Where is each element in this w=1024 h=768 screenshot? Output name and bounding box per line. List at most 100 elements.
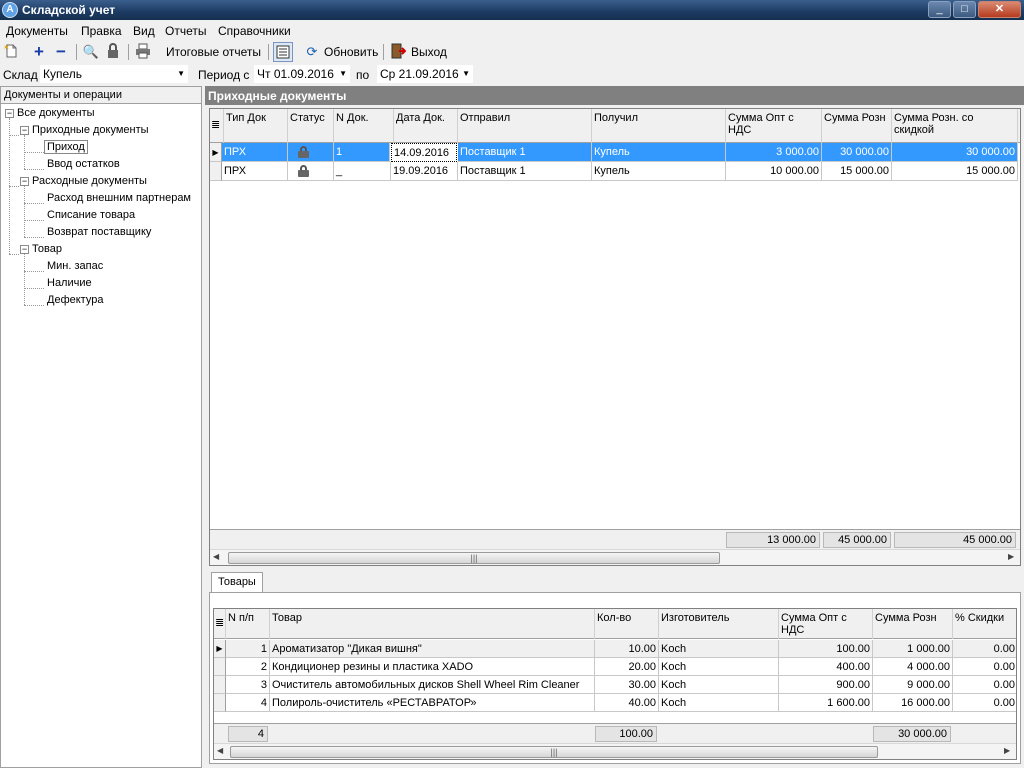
cell-sum-retail-discount[interactable]: 15 000.00 <box>892 162 1018 181</box>
tree-item-write-off[interactable]: Списание товара <box>47 209 135 221</box>
cell-sum-wholesale[interactable]: 400.00 <box>779 658 873 676</box>
refresh-button[interactable]: Обновить <box>324 45 378 59</box>
summary-reports-button[interactable]: Итоговые отчеты <box>166 45 261 59</box>
cell-sum-retail[interactable]: 4 000.00 <box>873 658 953 676</box>
cell-sum-wholesale[interactable]: 1 600.00 <box>779 694 873 712</box>
column-header-status[interactable]: Статус <box>288 109 334 143</box>
table-row[interactable]: ▶ ПРХ 1 14.09.2016 Поставщик 1 Купель 3 … <box>210 143 1020 162</box>
cell-manufacturer[interactable]: Koch <box>659 658 779 676</box>
cell-product[interactable]: Полироль-очиститель «РЕСТАВРАТОР» <box>270 694 595 712</box>
menu-directories[interactable]: Справочники <box>218 24 291 38</box>
period-from-picker[interactable]: Чт 01.09.2016 ▼ <box>254 65 350 83</box>
cell-quantity[interactable]: 30.00 <box>595 676 659 694</box>
tree-collapse-toggle[interactable]: − <box>20 245 29 254</box>
new-document-icon[interactable]: ✶ <box>2 43 20 61</box>
cell-discount[interactable]: 0.00 <box>953 694 1016 712</box>
horizontal-scrollbar[interactable]: ◀ ||| ▶ <box>214 743 1016 759</box>
cell-sender[interactable]: Поставщик 1 <box>458 143 592 162</box>
remove-icon[interactable]: − <box>52 43 70 61</box>
cell-doc-number[interactable]: 1 <box>334 143 390 162</box>
column-chooser-icon[interactable]: ≣ <box>210 109 224 143</box>
cell-product[interactable]: Кондиционер резины и пластика XADO <box>270 658 595 676</box>
table-row[interactable]: ▶ 1 Ароматизатор "Дикая вишня" 10.00 Koc… <box>214 640 1016 658</box>
exit-button[interactable]: Выход <box>411 45 447 59</box>
cell-sum-retail[interactable]: 30 000.00 <box>822 143 892 162</box>
cell-sum-wholesale[interactable]: 3 000.00 <box>726 143 822 162</box>
column-chooser-icon[interactable]: ≣ <box>214 609 226 639</box>
menu-view[interactable]: Вид <box>133 24 155 38</box>
column-header-doc-type[interactable]: Тип Док <box>224 109 288 143</box>
cell-sum-retail-discount[interactable]: 30 000.00 <box>892 143 1018 162</box>
cell-sum-wholesale[interactable]: 900.00 <box>779 676 873 694</box>
cell-doc-date[interactable]: 14.09.2016 <box>391 143 457 162</box>
cell-sum-retail[interactable]: 1 000.00 <box>873 640 953 658</box>
column-header-receiver[interactable]: Получил <box>592 109 726 143</box>
print-icon[interactable] <box>134 43 152 61</box>
scroll-right-icon[interactable]: ▶ <box>1004 746 1010 755</box>
tree-item-all-documents[interactable]: Все документы <box>17 107 95 119</box>
column-header-sum-retail-discount[interactable]: Сумма Розн. со скидкой <box>892 109 1018 143</box>
column-header-quantity[interactable]: Кол-во <box>595 609 659 639</box>
cell-sum-retail[interactable]: 15 000.00 <box>822 162 892 181</box>
cell-discount[interactable]: 0.00 <box>953 658 1016 676</box>
table-row[interactable]: 4 Полироль-очиститель «РЕСТАВРАТОР» 40.0… <box>214 694 1016 712</box>
scroll-left-icon[interactable]: ◀ <box>217 746 223 755</box>
cell-doc-type[interactable]: ПРХ <box>222 143 288 162</box>
cell-manufacturer[interactable]: Koch <box>659 694 779 712</box>
cell-discount[interactable]: 0.00 <box>953 676 1016 694</box>
lock-icon[interactable] <box>104 43 122 61</box>
cell-sender[interactable]: Поставщик 1 <box>458 162 592 181</box>
column-header-manufacturer[interactable]: Изготовитель <box>659 609 779 639</box>
tree-item-opening-balance[interactable]: Ввод остатков <box>47 158 120 170</box>
cell-product[interactable]: Очиститель автомобильных дисков Shell Wh… <box>270 676 595 694</box>
minimize-button[interactable]: _ <box>928 1 951 18</box>
tree-collapse-toggle[interactable]: − <box>20 177 29 186</box>
tree-collapse-toggle[interactable]: − <box>5 109 14 118</box>
table-row[interactable]: 3 Очиститель автомобильных дисков Shell … <box>214 676 1016 694</box>
tree-collapse-toggle[interactable]: − <box>20 126 29 135</box>
chevron-down-icon[interactable]: ▼ <box>462 66 470 82</box>
cell-receiver[interactable]: Купель <box>592 143 726 162</box>
tree-item-goods[interactable]: Товар <box>32 243 62 255</box>
tab-goods[interactable]: Товары <box>211 572 263 592</box>
scrollbar-thumb[interactable]: ||| <box>230 746 878 758</box>
column-header-sum-retail[interactable]: Сумма Розн <box>822 109 892 143</box>
tree-item-shortage[interactable]: Дефектура <box>47 294 103 306</box>
table-row[interactable]: ПРХ _ 19.09.2016 Поставщик 1 Купель 10 0… <box>210 162 1020 181</box>
cell-sum-retail[interactable]: 16 000.00 <box>873 694 953 712</box>
scroll-right-icon[interactable]: ▶ <box>1008 552 1014 561</box>
column-header-row-number[interactable]: N п/п <box>226 609 270 639</box>
cell-quantity[interactable]: 20.00 <box>595 658 659 676</box>
column-header-sender[interactable]: Отправил <box>458 109 592 143</box>
close-button[interactable]: ✕ <box>978 1 1021 18</box>
search-icon[interactable]: 🔍 <box>82 43 100 61</box>
column-header-product[interactable]: Товар <box>270 609 595 639</box>
cell-product[interactable]: Ароматизатор "Дикая вишня" <box>270 640 595 658</box>
tree-item-incoming[interactable]: Приход <box>44 140 88 154</box>
cell-receiver[interactable]: Купель <box>592 162 726 181</box>
cell-row-number[interactable]: 2 <box>226 658 270 676</box>
scrollbar-thumb[interactable]: ||| <box>228 552 720 564</box>
cell-sum-retail[interactable]: 9 000.00 <box>873 676 953 694</box>
menu-reports[interactable]: Отчеты <box>165 24 206 38</box>
column-header-doc-date[interactable]: Дата Док. <box>394 109 458 143</box>
refresh-icon[interactable]: ⟳ <box>303 43 321 61</box>
menu-edit[interactable]: Правка <box>81 24 122 38</box>
cell-row-number[interactable]: 1 <box>226 640 270 658</box>
maximize-button[interactable]: □ <box>953 1 976 18</box>
chevron-down-icon[interactable]: ▼ <box>339 66 347 82</box>
column-header-sum-retail[interactable]: Сумма Розн <box>873 609 953 639</box>
cell-row-number[interactable]: 4 <box>226 694 270 712</box>
horizontal-scrollbar[interactable]: ◀ ||| ▶ <box>210 549 1020 565</box>
cell-quantity[interactable]: 10.00 <box>595 640 659 658</box>
warehouse-select[interactable]: Купель ▼ <box>40 65 188 83</box>
cell-doc-number[interactable]: _ <box>334 162 391 181</box>
cell-sum-wholesale[interactable]: 10 000.00 <box>726 162 822 181</box>
cell-discount[interactable]: 0.00 <box>953 640 1016 658</box>
cell-sum-wholesale[interactable]: 100.00 <box>779 640 873 658</box>
cell-doc-date[interactable]: 19.09.2016 <box>391 162 458 181</box>
cell-quantity[interactable]: 40.00 <box>595 694 659 712</box>
column-header-sum-wholesale[interactable]: Сумма Опт с НДС <box>726 109 822 143</box>
cell-manufacturer[interactable]: Koch <box>659 676 779 694</box>
tree-item-incoming-documents[interactable]: Приходные документы <box>32 124 149 136</box>
